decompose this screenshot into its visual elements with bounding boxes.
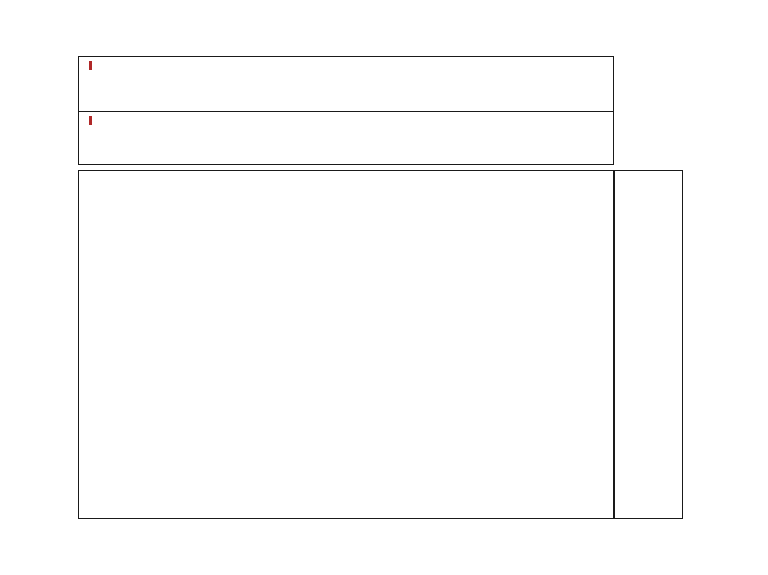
broadband-waveform-panel xyxy=(78,56,614,112)
colorbar xyxy=(698,170,713,514)
filtered-waveform-panel xyxy=(78,111,614,165)
amplitude-scale-marker xyxy=(89,116,92,125)
psd-panel xyxy=(614,170,683,519)
amplitude-scale-marker xyxy=(89,61,92,70)
spectrogram-panel xyxy=(78,170,614,519)
seismic-monitor-figure xyxy=(0,0,768,575)
colorbar-canvas xyxy=(698,170,713,514)
psd-curve-canvas xyxy=(615,171,682,518)
spectrogram-canvas xyxy=(79,171,613,518)
filtered-waveform-canvas xyxy=(79,112,613,164)
station-subtitle xyxy=(320,38,366,50)
broadband-waveform-canvas xyxy=(79,57,613,111)
